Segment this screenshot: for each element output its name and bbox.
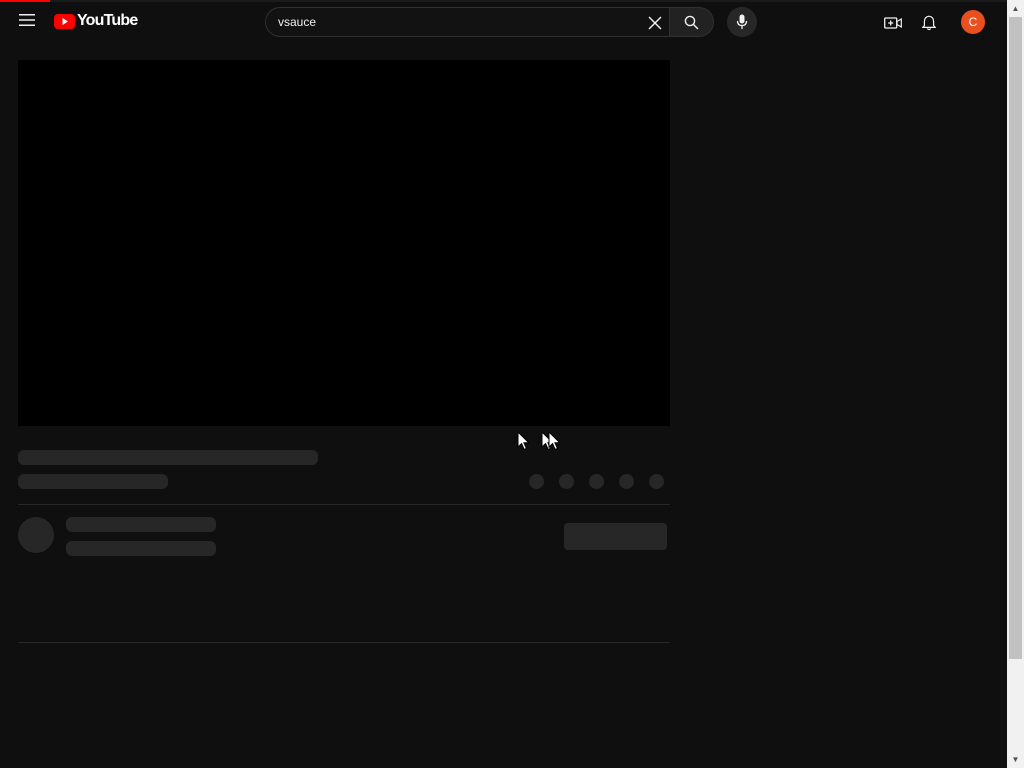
mouse-cursor-icon: [517, 431, 531, 451]
search-input[interactable]: [278, 8, 638, 36]
scroll-down-arrow-icon[interactable]: ▼: [1007, 751, 1024, 768]
channel-avatar-placeholder: [18, 517, 54, 553]
subscriber-count-placeholder: [66, 541, 216, 556]
notifications-button[interactable]: [916, 10, 942, 36]
video-info-placeholder: [18, 474, 168, 489]
divider: [18, 642, 670, 643]
hamburger-menu-icon: [19, 14, 35, 26]
voice-search-button[interactable]: [727, 7, 757, 37]
mouse-cursor-icon: [548, 431, 562, 451]
guide-menu-button[interactable]: [14, 7, 40, 33]
youtube-play-logo-icon: [54, 13, 75, 29]
channel-name-placeholder: [66, 517, 216, 532]
action-button-placeholder: [529, 474, 544, 489]
vertical-scrollbar[interactable]: ▲ ▼: [1007, 0, 1024, 768]
create-video-icon: [884, 17, 902, 29]
divider: [18, 504, 670, 505]
video-player[interactable]: [18, 60, 670, 426]
microphone-icon: [736, 14, 748, 29]
search-box[interactable]: [265, 7, 669, 37]
youtube-logo-text: YouTube: [77, 12, 138, 29]
action-button-placeholder: [589, 474, 604, 489]
bell-icon: [922, 15, 936, 31]
youtube-logo[interactable]: YouTube: [54, 10, 138, 32]
action-button-placeholder: [649, 474, 664, 489]
action-button-placeholder: [619, 474, 634, 489]
video-title-placeholder: [18, 450, 318, 465]
search-icon: [684, 15, 699, 29]
scrollbar-thumb[interactable]: [1009, 17, 1022, 659]
account-avatar[interactable]: C: [961, 10, 985, 34]
close-icon: [648, 16, 662, 30]
youtube-watch-page: YouTube vsauce C ▲ ▼: [0, 0, 1024, 768]
masthead: YouTube vsauce C: [0, 2, 1007, 42]
scroll-up-arrow-icon[interactable]: ▲: [1007, 0, 1024, 17]
action-button-placeholder: [559, 474, 574, 489]
subscribe-button-placeholder: [564, 523, 667, 550]
search-button[interactable]: [669, 7, 714, 37]
create-button[interactable]: [880, 10, 906, 36]
clear-search-button[interactable]: [641, 13, 669, 33]
